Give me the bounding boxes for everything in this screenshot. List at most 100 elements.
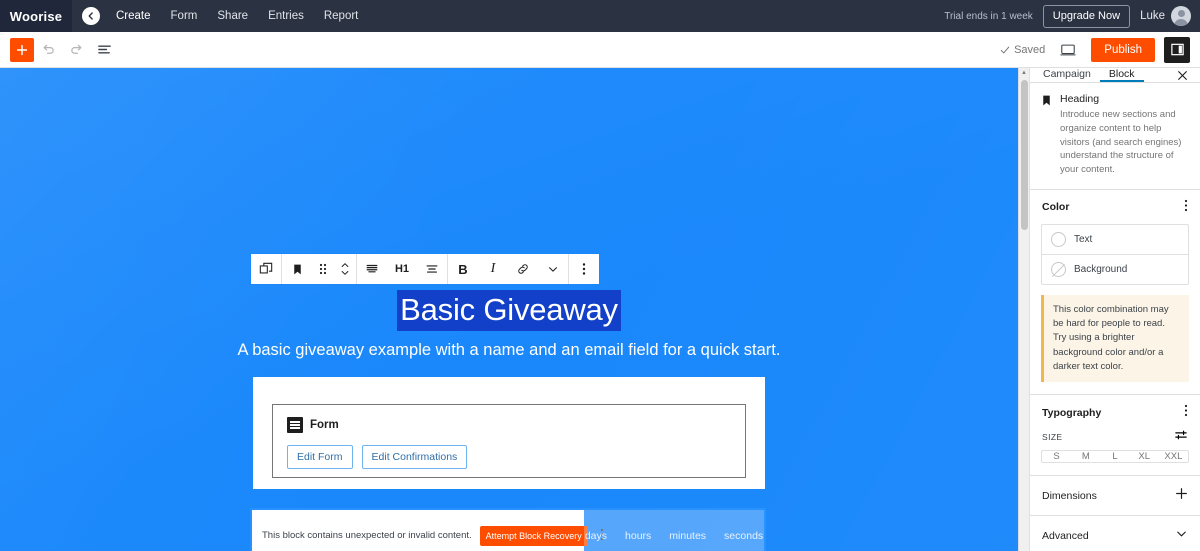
block-toolbar-group-align: H1: [357, 254, 448, 284]
drag-handle-button[interactable]: [312, 254, 334, 284]
color-section-title: Color: [1042, 201, 1070, 214]
saved-label: Saved: [1014, 43, 1046, 56]
block-toolbar-group-block: [282, 254, 357, 284]
main-nav-items: Create Form Share Entries Report: [106, 0, 368, 32]
back-button[interactable]: [82, 7, 100, 25]
color-options-button[interactable]: [1184, 199, 1188, 216]
invalid-block-notice: This block contains unexpected or invali…: [252, 510, 603, 551]
expand-advanced-button[interactable]: [1175, 527, 1188, 544]
font-size-custom-button[interactable]: [1174, 429, 1188, 445]
font-size-label: SIZE: [1042, 432, 1063, 443]
tab-campaign[interactable]: Campaign: [1034, 68, 1100, 82]
close-icon: [1178, 70, 1187, 80]
publish-button[interactable]: Publish: [1091, 37, 1155, 62]
attempt-block-recovery-button[interactable]: Attempt Block Recovery: [479, 525, 588, 546]
color-options-list: Text Background: [1041, 223, 1189, 285]
font-size-option-xxl[interactable]: XXL: [1159, 451, 1188, 462]
settings-sidebar: Campaign Block Heading Introduce new sec…: [1029, 68, 1200, 551]
add-dimensions-button[interactable]: [1175, 487, 1188, 504]
close-sidebar-button[interactable]: [1169, 68, 1196, 82]
color-row-label-text: Text: [1074, 233, 1093, 245]
scrollbar-thumb[interactable]: [1021, 80, 1028, 230]
edit-confirmations-button[interactable]: Edit Confirmations: [361, 445, 468, 469]
page-title[interactable]: Basic Giveaway: [397, 290, 621, 331]
subheading-text[interactable]: A basic giveaway example with a name and…: [0, 341, 1018, 360]
invalid-block-row[interactable]: This block contains unexpected or invali…: [250, 508, 766, 551]
editor-toolbar-right: Saved Publish: [1000, 35, 1192, 65]
block-align-button[interactable]: [357, 254, 387, 284]
font-size-option-xl[interactable]: XL: [1130, 451, 1159, 462]
color-row-background[interactable]: Background: [1042, 255, 1188, 284]
font-size-option-s[interactable]: S: [1042, 451, 1071, 462]
chevron-down-icon: [549, 267, 557, 272]
italic-button[interactable]: I: [478, 254, 508, 284]
heading-block[interactable]: Basic Giveaway: [0, 290, 1018, 331]
color-section-header: Color: [1030, 188, 1200, 224]
select-parent-block-button[interactable]: [251, 254, 281, 284]
brand-logo[interactable]: Woorise: [0, 0, 72, 32]
plus-icon: [1176, 488, 1187, 500]
background-color-swatch[interactable]: [1051, 261, 1066, 277]
block-options-button[interactable]: [569, 254, 599, 284]
text-align-button[interactable]: [417, 254, 447, 284]
form-block-card[interactable]: Form Edit Form Edit Confirmations: [253, 377, 765, 489]
preview-monitor-icon: [1060, 44, 1076, 55]
countdown-block[interactable]: days hours minutes seconds: [584, 510, 764, 551]
user-menu[interactable]: Luke: [1140, 6, 1191, 26]
add-block-button[interactable]: [10, 37, 34, 62]
text-align-icon: [426, 265, 438, 273]
nav-item-create[interactable]: Create: [106, 0, 161, 32]
redo-arrow-icon: [70, 44, 81, 54]
chevron-down-icon: [1177, 531, 1186, 537]
dimensions-label: Dimensions: [1042, 489, 1097, 502]
block-toolbar: H1 B I: [250, 253, 600, 285]
countdown-unit-seconds: seconds: [724, 529, 764, 542]
align-text-icon: [366, 264, 378, 273]
bold-button[interactable]: B: [448, 254, 478, 284]
color-row-label-background: Background: [1074, 263, 1128, 275]
move-up-down-icon: [341, 263, 349, 275]
font-size-option-m[interactable]: M: [1071, 451, 1100, 462]
nav-item-report[interactable]: Report: [314, 0, 369, 32]
saved-status[interactable]: Saved: [1000, 44, 1045, 56]
upgrade-now-button[interactable]: Upgrade Now: [1042, 4, 1131, 28]
scroll-up-arrow-icon[interactable]: ▲: [1021, 70, 1027, 76]
nav-item-form[interactable]: Form: [161, 0, 208, 32]
edit-form-button[interactable]: Edit Form: [287, 445, 353, 469]
undo-arrow-icon: [43, 44, 54, 54]
editor-body: H1 B I Basic Giveaway A basic giveaway e…: [0, 68, 1200, 551]
redo-button[interactable]: [62, 35, 90, 65]
list-view-button[interactable]: [90, 35, 118, 65]
font-size-option-l[interactable]: L: [1100, 451, 1129, 462]
link-button[interactable]: [508, 254, 538, 284]
block-toolbar-group-options: [569, 254, 599, 284]
sidebar-row-advanced[interactable]: Advanced: [1030, 515, 1200, 551]
move-block-updown-button[interactable]: [334, 254, 356, 284]
top-navigation-bar: Woorise Create Form Share Entries Report…: [0, 0, 1200, 32]
heading-block-icon-button[interactable]: [282, 254, 312, 284]
more-formatting-button[interactable]: [538, 254, 568, 284]
nav-item-entries[interactable]: Entries: [258, 0, 314, 32]
heading-level-button[interactable]: H1: [387, 254, 417, 284]
sidebar-toggle-button[interactable]: [1164, 36, 1190, 63]
block-info-description: Introduce new sections and organize cont…: [1060, 109, 1182, 176]
color-row-text[interactable]: Text: [1042, 225, 1188, 255]
text-color-swatch[interactable]: [1051, 231, 1066, 247]
invalid-block-message: This block contains unexpected or invali…: [262, 530, 472, 541]
avatar: [1171, 6, 1191, 26]
form-block-inner: Form Edit Form Edit Confirmations: [272, 404, 746, 478]
canvas-scrollbar[interactable]: ▲: [1018, 68, 1029, 551]
canvas-area[interactable]: H1 B I Basic Giveaway A basic giveaway e…: [0, 68, 1018, 551]
advanced-label: Advanced: [1042, 529, 1089, 542]
undo-button[interactable]: [34, 35, 62, 65]
countdown-unit-minutes: minutes: [669, 529, 707, 542]
nav-item-share[interactable]: Share: [207, 0, 258, 32]
kebab-menu-icon: [1184, 199, 1188, 211]
sidebar-tabs: Campaign Block: [1030, 68, 1200, 83]
sidebar-row-dimensions[interactable]: Dimensions: [1030, 475, 1200, 515]
contrast-warning-notice: This color combination may be hard for p…: [1041, 294, 1189, 383]
tab-block[interactable]: Block: [1099, 68, 1144, 82]
preview-button[interactable]: [1054, 35, 1082, 65]
typography-options-button[interactable]: [1184, 404, 1188, 421]
drag-handle-icon: [319, 263, 327, 275]
